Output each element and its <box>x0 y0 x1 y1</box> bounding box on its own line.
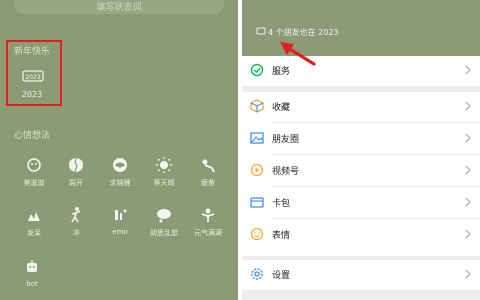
mood-label: 求锦鲤 <box>109 179 131 187</box>
menu-item-label: 收藏 <box>272 103 291 113</box>
status-placeholder[interactable]: 填写状态词 <box>0 0 238 13</box>
chevron-right-icon <box>465 65 471 75</box>
mood-label: 元气满满 <box>194 229 222 237</box>
badge-2023-icon[interactable]: 2023 <box>22 70 44 82</box>
sticker-smile-icon <box>250 227 264 241</box>
chevron-right-icon <box>465 269 471 279</box>
badge-2023-icon <box>256 27 266 35</box>
chevron-right-icon <box>465 197 471 207</box>
cracked-face-icon <box>69 157 83 173</box>
chevron-right-icon <box>465 133 471 143</box>
divider <box>272 186 480 187</box>
mood-item[interactable]: emo <box>100 206 140 236</box>
menu-item-card-wallet[interactable]: 卡包 <box>242 188 480 218</box>
koi-fish-icon <box>113 158 127 172</box>
mood-label: 发呆 <box>27 229 41 237</box>
menu-item-stickers[interactable]: 表情 <box>242 220 480 250</box>
mood-label: emo <box>112 228 128 236</box>
menu-item-moments[interactable]: 朋友圈 <box>242 124 480 154</box>
divider <box>272 218 480 219</box>
emo-icon <box>115 209 127 220</box>
divider <box>272 122 480 123</box>
robot-icon <box>27 260 37 272</box>
mood-label: 疲惫 <box>201 179 215 187</box>
flower-smile-icon <box>27 158 41 172</box>
mood-item[interactable]: 裂开 <box>56 156 96 188</box>
mood-label: bot <box>26 280 38 288</box>
new-year-label: 2023 <box>21 90 43 99</box>
mood-item[interactable]: 冲 <box>56 206 96 238</box>
mood-label: 裂开 <box>69 179 83 187</box>
menu-item-label: 设置 <box>272 271 291 281</box>
mood-item[interactable]: 美滋滋 <box>14 156 54 188</box>
mood-label: 冲 <box>72 229 80 237</box>
daze-icon <box>28 212 40 221</box>
moments-image-icon <box>250 132 264 144</box>
mood-label: 胡思乱想 <box>150 229 178 237</box>
mood-label: 美滋滋 <box>23 179 45 187</box>
energy-icon <box>201 208 215 222</box>
mood-label: 等天晴 <box>153 179 175 187</box>
menu-item-label: 卡包 <box>272 199 291 209</box>
chevron-right-icon <box>465 229 471 239</box>
mood-item[interactable]: bot <box>12 258 52 288</box>
menu-item-favorites[interactable]: 收藏 <box>242 92 480 122</box>
menu-item-label: 视频号 <box>272 167 300 177</box>
menu-group-settings: 设置 <box>242 260 480 290</box>
settings-gear-icon <box>251 268 263 280</box>
favorites-cube-icon <box>250 99 264 113</box>
menu-group-main: 收藏 朋友圈 视频号 卡包 表情 <box>242 92 480 256</box>
mood-item[interactable]: 求锦鲤 <box>100 156 140 188</box>
mood-item[interactable]: 疲惫 <box>188 156 228 188</box>
mood-item[interactable]: 元气满满 <box>188 206 228 238</box>
mood-item[interactable]: 发呆 <box>14 206 54 238</box>
menu-item-settings[interactable]: 设置 <box>242 260 480 290</box>
divider <box>272 154 480 155</box>
status-panel: 填写状态词 新年快乐 2023 2023 心情想法 美滋滋 裂开 求锦鲤 等天晴… <box>0 0 238 300</box>
channels-icon <box>250 163 264 177</box>
menu-item-label: 朋友圈 <box>272 135 300 145</box>
menu-item-channels[interactable]: 视频号 <box>242 156 480 186</box>
menu-item-label: 表情 <box>272 231 291 241</box>
friends-status-text[interactable]: 4 个朋友也在 2023 <box>268 27 339 38</box>
service-check-icon <box>250 63 264 77</box>
thought-cloud-icon <box>157 209 171 223</box>
mood-item[interactable]: 等天晴 <box>144 156 184 188</box>
mood-item[interactable]: 胡思乱想 <box>144 206 184 238</box>
mood-section-title: 心情想法 <box>14 131 51 141</box>
chevron-right-icon <box>465 165 471 175</box>
annotation-arrow <box>280 42 316 66</box>
sun-icon <box>156 157 172 173</box>
running-icon <box>71 207 81 223</box>
tired-person-icon <box>202 159 215 173</box>
chevron-right-icon <box>465 101 471 111</box>
card-wallet-icon <box>250 197 264 208</box>
badge-text: 2023 <box>25 74 40 81</box>
